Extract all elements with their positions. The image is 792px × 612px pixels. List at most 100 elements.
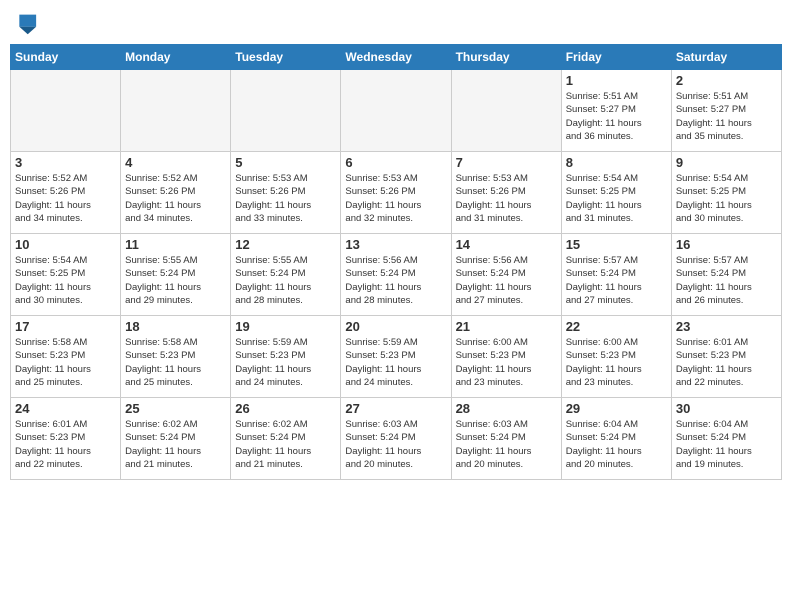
calendar-day-cell: [121, 70, 231, 152]
calendar-week-row: 24 Sunrise: 6:01 AM Sunset: 5:23 PM Dayli…: [11, 398, 782, 480]
calendar-day-cell: 8Sunrise: 5:54 AM Sunset: 5:25 PM Daylig…: [561, 152, 671, 234]
day-info: Sunrise: 6:01 AM Sunset: 5:23 PM Dayligh…: [676, 336, 777, 389]
day-number: 29: [566, 401, 667, 416]
day-info: Sunrise: 6:00 AM Sunset: 5:23 PM Dayligh…: [456, 336, 557, 389]
day-info: Sunrise: 5:57 AM Sunset: 5:24 PM Dayligh…: [676, 254, 777, 307]
day-number: 2: [676, 73, 777, 88]
weekday-header: Tuesday: [231, 45, 341, 70]
calendar-day-cell: 1 Sunrise: 5:51 AM Sunset: 5:27 PM Daylig…: [561, 70, 671, 152]
day-number: 26: [235, 401, 336, 416]
calendar-day-cell: 13 Sunrise: 5:56 AM Sunset: 5:24 PM Dayli…: [341, 234, 451, 316]
day-number: 5: [235, 155, 336, 170]
calendar-day-cell: 18 Sunrise: 5:58 AM Sunset: 5:23 PM Dayli…: [121, 316, 231, 398]
weekday-header: Friday: [561, 45, 671, 70]
calendar-day-cell: 3Sunrise: 5:52 AM Sunset: 5:26 PM Daylig…: [11, 152, 121, 234]
day-number: 14: [456, 237, 557, 252]
weekday-header: Saturday: [671, 45, 781, 70]
calendar-day-cell: 15 Sunrise: 5:57 AM Sunset: 5:24 PM Dayli…: [561, 234, 671, 316]
calendar-day-cell: 4Sunrise: 5:52 AM Sunset: 5:26 PM Daylig…: [121, 152, 231, 234]
calendar-day-cell: 10 Sunrise: 5:54 AM Sunset: 5:25 PM Dayli…: [11, 234, 121, 316]
calendar-week-row: 10 Sunrise: 5:54 AM Sunset: 5:25 PM Dayli…: [11, 234, 782, 316]
calendar-day-cell: 23 Sunrise: 6:01 AM Sunset: 5:23 PM Dayli…: [671, 316, 781, 398]
weekday-header-row: SundayMondayTuesdayWednesdayThursdayFrid…: [11, 45, 782, 70]
calendar-day-cell: 12Sunrise: 5:55 AM Sunset: 5:24 PM Dayli…: [231, 234, 341, 316]
calendar-day-cell: 25 Sunrise: 6:02 AM Sunset: 5:24 PM Dayli…: [121, 398, 231, 480]
calendar-day-cell: 27 Sunrise: 6:03 AM Sunset: 5:24 PM Dayli…: [341, 398, 451, 480]
day-number: 15: [566, 237, 667, 252]
day-info: Sunrise: 5:51 AM Sunset: 5:27 PM Dayligh…: [676, 90, 777, 143]
day-info: Sunrise: 5:56 AM Sunset: 5:24 PM Dayligh…: [345, 254, 446, 307]
calendar-table: SundayMondayTuesdayWednesdayThursdayFrid…: [10, 44, 782, 480]
calendar-day-cell: 19Sunrise: 5:59 AM Sunset: 5:23 PM Dayli…: [231, 316, 341, 398]
day-info: Sunrise: 5:53 AM Sunset: 5:26 PM Dayligh…: [456, 172, 557, 225]
calendar-day-cell: 2 Sunrise: 5:51 AM Sunset: 5:27 PM Daylig…: [671, 70, 781, 152]
day-number: 7: [456, 155, 557, 170]
calendar-day-cell: [11, 70, 121, 152]
calendar-day-cell: [341, 70, 451, 152]
logo-icon: [10, 10, 38, 38]
day-number: 6: [345, 155, 446, 170]
day-number: 21: [456, 319, 557, 334]
calendar-day-cell: 9Sunrise: 5:54 AM Sunset: 5:25 PM Daylig…: [671, 152, 781, 234]
day-number: 22: [566, 319, 667, 334]
day-number: 8: [566, 155, 667, 170]
day-info: Sunrise: 5:54 AM Sunset: 5:25 PM Dayligh…: [15, 254, 116, 307]
day-info: Sunrise: 6:02 AM Sunset: 5:24 PM Dayligh…: [125, 418, 226, 471]
day-info: Sunrise: 5:53 AM Sunset: 5:26 PM Dayligh…: [235, 172, 336, 225]
day-number: 1: [566, 73, 667, 88]
day-info: Sunrise: 5:51 AM Sunset: 5:27 PM Dayligh…: [566, 90, 667, 143]
weekday-header: Sunday: [11, 45, 121, 70]
day-info: Sunrise: 5:58 AM Sunset: 5:23 PM Dayligh…: [125, 336, 226, 389]
day-number: 24: [15, 401, 116, 416]
day-info: Sunrise: 6:01 AM Sunset: 5:23 PM Dayligh…: [15, 418, 116, 471]
day-info: Sunrise: 6:04 AM Sunset: 5:24 PM Dayligh…: [676, 418, 777, 471]
weekday-header: Thursday: [451, 45, 561, 70]
calendar-day-cell: 29 Sunrise: 6:04 AM Sunset: 5:24 PM Dayli…: [561, 398, 671, 480]
calendar-day-cell: [451, 70, 561, 152]
calendar-day-cell: 11 Sunrise: 5:55 AM Sunset: 5:24 PM Dayli…: [121, 234, 231, 316]
day-info: Sunrise: 6:04 AM Sunset: 5:24 PM Dayligh…: [566, 418, 667, 471]
day-number: 27: [345, 401, 446, 416]
day-number: 23: [676, 319, 777, 334]
day-info: Sunrise: 5:52 AM Sunset: 5:26 PM Dayligh…: [15, 172, 116, 225]
day-info: Sunrise: 5:52 AM Sunset: 5:26 PM Dayligh…: [125, 172, 226, 225]
day-number: 16: [676, 237, 777, 252]
day-number: 12: [235, 237, 336, 252]
day-info: Sunrise: 5:59 AM Sunset: 5:23 PM Dayligh…: [345, 336, 446, 389]
day-number: 11: [125, 237, 226, 252]
page-header: [10, 10, 782, 38]
day-info: Sunrise: 5:57 AM Sunset: 5:24 PM Dayligh…: [566, 254, 667, 307]
day-info: Sunrise: 6:03 AM Sunset: 5:24 PM Dayligh…: [345, 418, 446, 471]
day-info: Sunrise: 6:03 AM Sunset: 5:24 PM Dayligh…: [456, 418, 557, 471]
day-number: 30: [676, 401, 777, 416]
day-number: 18: [125, 319, 226, 334]
logo: [10, 10, 40, 38]
calendar-day-cell: 28 Sunrise: 6:03 AM Sunset: 5:24 PM Dayli…: [451, 398, 561, 480]
calendar-day-cell: 7 Sunrise: 5:53 AM Sunset: 5:26 PM Daylig…: [451, 152, 561, 234]
day-info: Sunrise: 6:02 AM Sunset: 5:24 PM Dayligh…: [235, 418, 336, 471]
calendar-day-cell: 21 Sunrise: 6:00 AM Sunset: 5:23 PM Dayli…: [451, 316, 561, 398]
calendar-day-cell: 14 Sunrise: 5:56 AM Sunset: 5:24 PM Dayli…: [451, 234, 561, 316]
calendar-week-row: 1 Sunrise: 5:51 AM Sunset: 5:27 PM Daylig…: [11, 70, 782, 152]
calendar-day-cell: 16 Sunrise: 5:57 AM Sunset: 5:24 PM Dayli…: [671, 234, 781, 316]
calendar-day-cell: 22Sunrise: 6:00 AM Sunset: 5:23 PM Dayli…: [561, 316, 671, 398]
day-number: 28: [456, 401, 557, 416]
day-info: Sunrise: 5:55 AM Sunset: 5:24 PM Dayligh…: [125, 254, 226, 307]
day-number: 25: [125, 401, 226, 416]
calendar-day-cell: 6Sunrise: 5:53 AM Sunset: 5:26 PM Daylig…: [341, 152, 451, 234]
calendar-day-cell: [231, 70, 341, 152]
day-info: Sunrise: 5:58 AM Sunset: 5:23 PM Dayligh…: [15, 336, 116, 389]
day-info: Sunrise: 5:54 AM Sunset: 5:25 PM Dayligh…: [676, 172, 777, 225]
calendar-day-cell: 24 Sunrise: 6:01 AM Sunset: 5:23 PM Dayli…: [11, 398, 121, 480]
calendar-week-row: 17Sunrise: 5:58 AM Sunset: 5:23 PM Dayli…: [11, 316, 782, 398]
calendar-week-row: 3Sunrise: 5:52 AM Sunset: 5:26 PM Daylig…: [11, 152, 782, 234]
weekday-header: Monday: [121, 45, 231, 70]
calendar-day-cell: 20Sunrise: 5:59 AM Sunset: 5:23 PM Dayli…: [341, 316, 451, 398]
calendar-day-cell: 17Sunrise: 5:58 AM Sunset: 5:23 PM Dayli…: [11, 316, 121, 398]
day-number: 13: [345, 237, 446, 252]
day-number: 10: [15, 237, 116, 252]
day-info: Sunrise: 5:59 AM Sunset: 5:23 PM Dayligh…: [235, 336, 336, 389]
calendar-day-cell: 30 Sunrise: 6:04 AM Sunset: 5:24 PM Dayli…: [671, 398, 781, 480]
calendar-day-cell: 5 Sunrise: 5:53 AM Sunset: 5:26 PM Daylig…: [231, 152, 341, 234]
day-info: Sunrise: 5:56 AM Sunset: 5:24 PM Dayligh…: [456, 254, 557, 307]
